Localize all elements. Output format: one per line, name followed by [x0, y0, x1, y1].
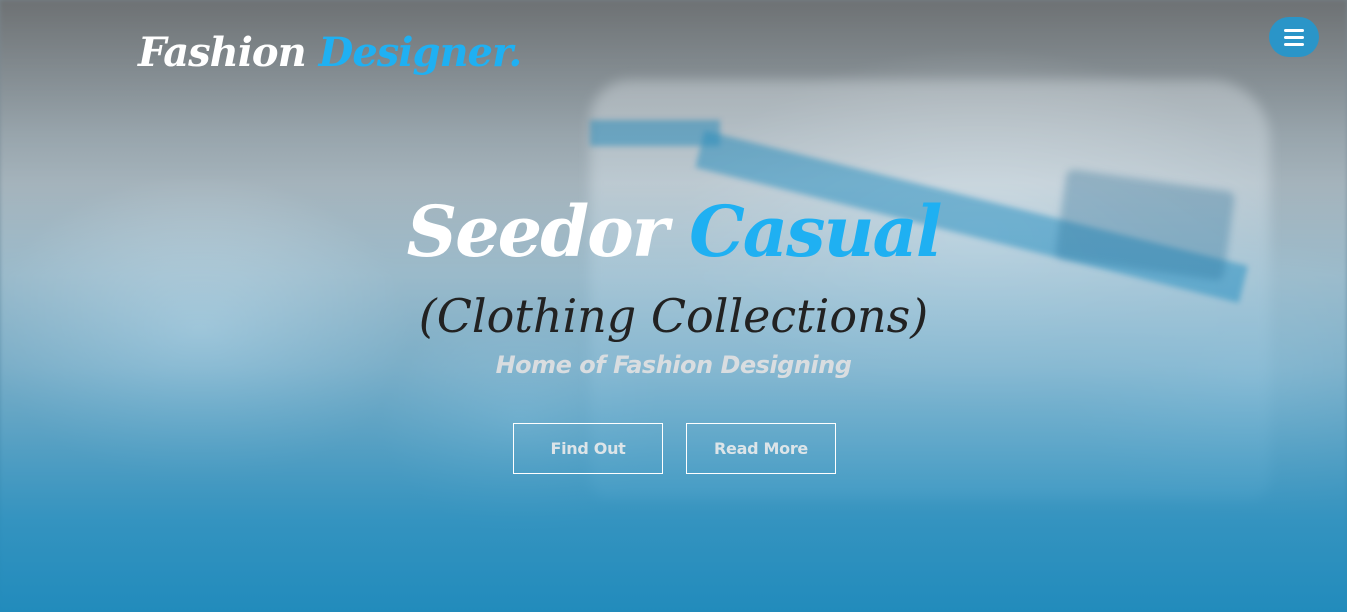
menu-bar	[1284, 42, 1304, 46]
site-logo[interactable]: Fashion Designer.	[138, 28, 523, 78]
hero-title-casual: Casual	[689, 190, 942, 273]
hamburger-menu-icon[interactable]	[1269, 17, 1319, 57]
menu-bar	[1284, 35, 1304, 39]
hero-subtitle: (Clothing Collections)	[418, 289, 929, 343]
logo-word-designer: Designer.	[318, 29, 523, 76]
hero-tagline: Home of Fashion Designing	[495, 351, 852, 379]
menu-bar	[1284, 28, 1304, 32]
logo-word-fashion: Fashion	[138, 29, 307, 76]
hero-title-seedor: Seedor	[406, 190, 669, 273]
read-more-button[interactable]: Read More	[686, 423, 836, 474]
find-out-button[interactable]: Find Out	[513, 423, 663, 474]
hero-title: Seedor Casual	[0, 190, 1347, 274]
hero-section: Fashion Designer. Seedor Casual (Clothin…	[0, 0, 1347, 612]
